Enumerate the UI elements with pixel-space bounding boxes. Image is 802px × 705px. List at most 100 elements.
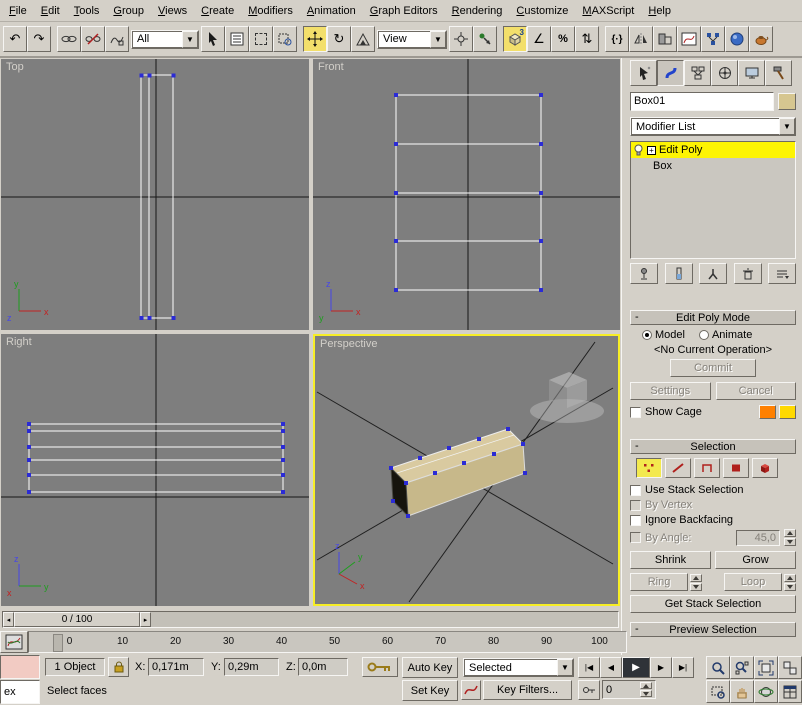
tab-modify[interactable] [657,60,684,86]
polygon-subobject-button[interactable] [723,458,749,478]
next-frame-arrow[interactable]: ▸ [140,612,151,627]
by-vertex-checkbox[interactable] [630,500,641,511]
make-unique-button[interactable] [699,263,727,284]
next-frame-button[interactable]: ▶ [650,657,672,678]
cage-selected-color-swatch[interactable] [779,405,796,419]
window-crossing-toggle[interactable] [273,26,297,52]
zoom-all-button[interactable] [730,656,754,679]
time-slider-handle[interactable]: 0 / 100 [14,612,140,627]
material-editor-button[interactable] [725,26,749,52]
snaps-toggle-button[interactable]: 3 [503,26,527,52]
tab-motion[interactable] [711,60,738,86]
spinner-snap-toggle-button[interactable]: ⇅ [575,26,599,52]
viewport-front-label[interactable]: Front [318,61,344,73]
viewport-front[interactable]: Front z x y [313,59,620,330]
render-setup-button[interactable] [749,26,773,52]
zoom-button[interactable] [706,656,730,679]
mirror-button[interactable] [629,26,653,52]
remove-modifier-button[interactable] [734,263,762,284]
maximize-viewport-toggle[interactable] [778,680,802,703]
reference-coordsys-select[interactable]: View ▼ [377,30,447,49]
set-key-button[interactable]: Set Key [402,680,458,701]
select-and-scale-button[interactable] [351,26,375,52]
viewport-perspective-label[interactable]: Perspective [320,338,377,350]
modifier-list-select[interactable]: Modifier List ▼ [630,117,796,136]
maxscript-mini-listener[interactable]: ex [0,680,40,704]
selection-filter-select[interactable]: All ▼ [131,30,199,49]
vertex-subobject-button[interactable] [636,458,662,478]
dropdown-arrow-icon[interactable]: ▼ [779,118,795,135]
current-frame-field[interactable]: 0 [602,680,656,699]
x-coordinate-field[interactable]: 0,171m [148,658,204,676]
menu-edit[interactable]: Edit [34,2,67,20]
default-tangent-button[interactable] [461,680,481,700]
dropdown-arrow-icon[interactable]: ▼ [430,31,446,48]
auto-key-button[interactable]: Auto Key [402,657,458,678]
track-bar-ruler[interactable]: 0 10 20 30 40 50 60 70 80 90 100 [28,631,627,653]
go-to-end-button[interactable]: ▶| [672,657,694,678]
frame-spinner[interactable] [640,682,652,697]
select-object-button[interactable] [201,26,225,52]
menu-maxscript[interactable]: MAXScript [575,2,641,20]
previous-frame-button[interactable]: ◀ [600,657,622,678]
viewport-top[interactable]: Top y x z [1,59,309,330]
select-by-name-button[interactable] [225,26,249,52]
dropdown-arrow-icon[interactable]: ▼ [182,31,198,48]
dropdown-arrow-icon[interactable]: ▼ [557,659,573,676]
expand-icon[interactable]: + [647,146,656,155]
menu-customize[interactable]: Customize [509,2,575,20]
stack-item-edit-poly[interactable]: + Edit Poly [631,142,795,158]
object-name-field[interactable]: Box01 [630,92,774,111]
pan-button[interactable] [730,680,754,703]
time-slider-track[interactable]: ◂ 0 / 100 ▸ [2,611,619,628]
select-and-link-button[interactable] [57,26,81,52]
rollout-header-selection[interactable]: - Selection [630,439,796,454]
viewport-right-label[interactable]: Right [6,336,32,348]
menu-rendering[interactable]: Rendering [445,2,510,20]
tab-hierarchy[interactable] [684,60,711,86]
zoom-region-button[interactable] [706,680,730,703]
menu-help[interactable]: Help [641,2,678,20]
use-pivot-point-center-button[interactable] [449,26,473,52]
viewport-perspective[interactable]: Perspective [313,334,620,606]
ring-spinner[interactable] [690,574,702,591]
select-and-manipulate-button[interactable] [473,26,497,52]
mini-curve-editor-button[interactable] [0,631,28,653]
viewport-right[interactable]: Right z y x [1,334,309,606]
percent-snap-toggle-button[interactable]: % [551,26,575,52]
tab-utilities[interactable] [765,60,792,86]
show-cage-checkbox[interactable] [630,407,641,418]
align-button[interactable] [653,26,677,52]
angle-snap-toggle-button[interactable]: ∠ [527,26,551,52]
loop-button[interactable]: Loop [724,573,782,591]
zoom-extents-all-button[interactable] [778,656,802,679]
menu-animation[interactable]: Animation [300,2,363,20]
pin-stack-button[interactable] [630,263,658,284]
use-stack-selection-checkbox[interactable] [630,485,641,496]
commit-button[interactable]: Commit [670,359,756,377]
y-coordinate-field[interactable]: 0,29m [224,658,279,676]
cancel-button[interactable]: Cancel [716,382,797,400]
get-stack-selection-button[interactable]: Get Stack Selection [630,595,796,613]
go-to-start-button[interactable]: |◀ [578,657,600,678]
z-coordinate-field[interactable]: 0,0m [298,658,348,676]
rollout-header-edit-poly-mode[interactable]: - Edit Poly Mode [630,310,796,325]
unlink-selection-button[interactable] [81,26,105,52]
undo-button[interactable]: ↶ [3,26,27,52]
arc-rotate-button[interactable] [754,680,778,703]
zoom-extents-button[interactable] [754,656,778,679]
element-subobject-button[interactable] [752,458,778,478]
lightbulb-icon[interactable] [633,144,644,156]
select-and-move-button[interactable] [303,26,327,52]
menu-file[interactable]: File [2,2,34,20]
named-selection-sets-button[interactable]: {·} [605,26,629,52]
tab-create[interactable] [630,60,657,86]
menu-graph-editors[interactable]: Graph Editors [363,2,445,20]
viewport-top-label[interactable]: Top [6,61,24,73]
ignore-backfacing-checkbox[interactable] [630,515,641,526]
menu-modifiers[interactable]: Modifiers [241,2,300,20]
animate-radio[interactable]: Animate [699,329,752,341]
menu-views[interactable]: Views [151,2,194,20]
model-radio[interactable]: Model [642,329,685,341]
key-mode-toggle[interactable] [578,680,600,700]
